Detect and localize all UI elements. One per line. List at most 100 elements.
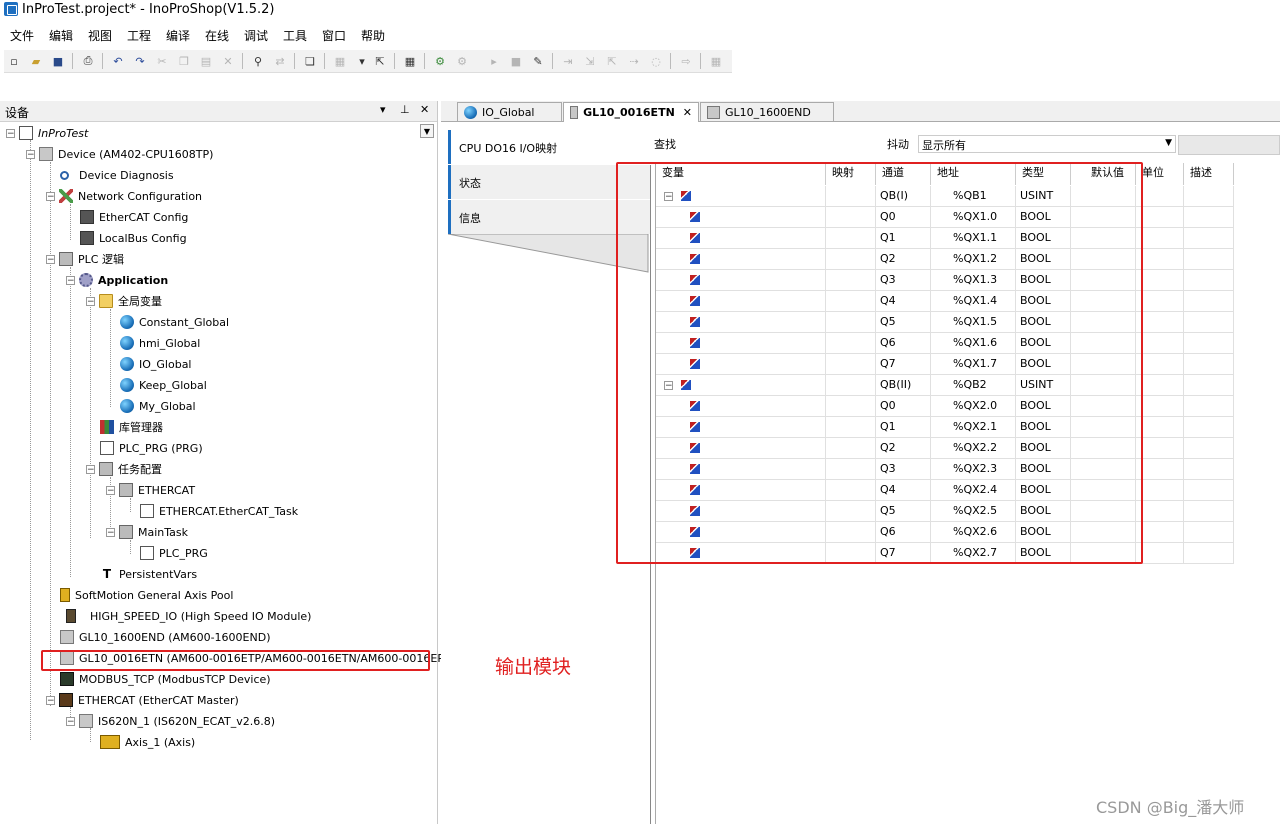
- tree-item-high-speed-io[interactable]: HIGH_SPEED_IO (High Speed IO Module): [66, 606, 311, 626]
- col-unit[interactable]: 单位: [1136, 163, 1184, 185]
- paste-icon[interactable]: ▤: [198, 53, 214, 69]
- modbus-icon: [60, 672, 74, 686]
- col-description[interactable]: 描述: [1184, 163, 1234, 185]
- step-out-icon[interactable]: ⇱: [604, 53, 620, 69]
- run-to-cursor-icon[interactable]: ⇢: [626, 53, 642, 69]
- menu-file[interactable]: 文件: [10, 27, 34, 44]
- close-tab-icon[interactable]: ✕: [683, 106, 692, 119]
- program-icon: [100, 441, 114, 455]
- menu-debug[interactable]: 调试: [244, 27, 268, 44]
- tree-item-label: 全局变量: [118, 295, 162, 308]
- description-cell: [1184, 249, 1234, 269]
- menu-window[interactable]: 窗口: [322, 27, 346, 44]
- unit-cell: [1136, 396, 1184, 416]
- tab-gl10-0016etn[interactable]: GL10_0016ETN ✕: [563, 102, 699, 122]
- project-icon: [19, 126, 33, 140]
- delete-icon[interactable]: ✕: [220, 53, 236, 69]
- tree-item-label: hmi_Global: [139, 336, 201, 350]
- module-icon: [570, 106, 579, 119]
- tree-item-is620n[interactable]: − IS620N_1 (IS620N_ECAT_v2.6.8): [66, 711, 275, 731]
- tree-item-gl10-1600end[interactable]: GL10_1600END (AM600-1600END): [60, 627, 271, 647]
- save-icon[interactable]: ■: [50, 53, 66, 69]
- tree-item-label: EtherCAT Config: [99, 210, 189, 224]
- open-folder-icon[interactable]: ▰: [28, 53, 44, 69]
- description-cell: [1184, 396, 1234, 416]
- tree-item-global-vars[interactable]: − 全局变量: [86, 291, 162, 311]
- logout-icon[interactable]: ⚙: [454, 53, 470, 69]
- tree-item-modbus-tcp[interactable]: MODBUS_TCP (ModbusTCP Device): [60, 669, 271, 689]
- localbus-config-icon: [80, 231, 94, 245]
- replace-icon[interactable]: ⇄: [272, 53, 288, 69]
- breakpoint-icon[interactable]: ◌: [648, 53, 664, 69]
- tab-gl10-1600end[interactable]: GL10_1600END: [700, 102, 834, 121]
- tree-item-ethercat-master[interactable]: − ETHERCAT (EtherCAT Master): [46, 690, 239, 710]
- object-icon[interactable]: ▦: [332, 53, 348, 69]
- tree-item-device-diagnosis[interactable]: Device Diagnosis: [60, 165, 174, 185]
- build-icon[interactable]: ▦: [402, 53, 418, 69]
- chevron-down-icon: ▼: [1165, 138, 1172, 148]
- login-icon[interactable]: ⚙: [432, 53, 448, 69]
- dropdown-arrow-icon[interactable]: ▾: [354, 53, 370, 69]
- tree-item-constant-global[interactable]: Constant_Global: [120, 312, 229, 332]
- tree-item-io-global[interactable]: IO_Global: [120, 354, 192, 374]
- menu-build[interactable]: 编译: [166, 27, 190, 44]
- tree-item-hmi-global[interactable]: hmi_Global: [120, 333, 200, 353]
- menu-edit[interactable]: 编辑: [49, 27, 73, 44]
- menu-project[interactable]: 工程: [127, 27, 151, 44]
- tree-item-network-configuration[interactable]: − Network Configuration: [46, 186, 202, 206]
- export-icon[interactable]: ⇱: [372, 53, 388, 69]
- print-icon[interactable]: ⎙: [80, 53, 96, 69]
- menu-help[interactable]: 帮助: [361, 27, 385, 44]
- tree-item-axis-1[interactable]: Axis_1 (Axis): [100, 732, 195, 752]
- task-call-icon: [140, 504, 154, 518]
- tree-item-plc-prg[interactable]: PLC_PRG (PRG): [100, 438, 203, 458]
- folder-icon: [99, 294, 113, 308]
- tab-io-global[interactable]: IO_Global: [457, 102, 562, 121]
- tree-item-keep-global[interactable]: Keep_Global: [120, 375, 207, 395]
- tree-item-my-global[interactable]: My_Global: [120, 396, 196, 416]
- step-into-icon[interactable]: ⇲: [582, 53, 598, 69]
- find-icon[interactable]: ⚲: [250, 53, 266, 69]
- tree-item-maintask-plc-prg[interactable]: PLC_PRG: [140, 543, 208, 563]
- tree-item-label: Device Diagnosis: [79, 168, 174, 182]
- tree-item-axis-pool[interactable]: SoftMotion General Axis Pool: [60, 585, 233, 605]
- tree-item-project[interactable]: − InProTest: [6, 123, 88, 143]
- tree-item-application[interactable]: − Application: [66, 270, 168, 290]
- tree-dropdown-icon[interactable]: ▼: [420, 124, 434, 138]
- tree-item-maintask[interactable]: − MainTask: [106, 522, 188, 542]
- tree-item-ethercat-task[interactable]: − ETHERCAT: [106, 480, 195, 500]
- search-input[interactable]: [684, 135, 884, 153]
- side-tab-io-mapping[interactable]: CPU DO16 I/O映射: [448, 130, 650, 164]
- copy-icon[interactable]: ❐: [176, 53, 192, 69]
- menu-view[interactable]: 视图: [88, 27, 112, 44]
- description-cell: [1184, 459, 1234, 479]
- tree-item-device[interactable]: − Device (AM402-CPU1608TP): [26, 144, 213, 164]
- panel-menu-icon[interactable]: ▾: [380, 103, 386, 116]
- menu-online[interactable]: 在线: [205, 27, 229, 44]
- description-cell: [1184, 228, 1234, 248]
- step-over-icon[interactable]: ⇥: [560, 53, 576, 69]
- reset-tool-icon[interactable]: ✎: [530, 53, 546, 69]
- unit-cell: [1136, 291, 1184, 311]
- config-icon[interactable]: ▦: [708, 53, 724, 69]
- filter-dropdown[interactable]: 显示所有 ▼: [918, 135, 1176, 153]
- close-panel-icon[interactable]: ✕: [420, 103, 429, 116]
- tree-item-library-manager[interactable]: 库管理器: [100, 417, 163, 437]
- forward-icon[interactable]: ⇨: [678, 53, 694, 69]
- cut-icon[interactable]: ✂: [154, 53, 170, 69]
- tree-item-localbus-config[interactable]: LocalBus Config: [80, 228, 187, 248]
- tree-item-ethercat-task-call[interactable]: ETHERCAT.EtherCAT_Task: [140, 501, 298, 521]
- pin-icon[interactable]: ⊥: [400, 103, 410, 116]
- tree-item-task-config[interactable]: − 任务配置: [86, 459, 162, 479]
- run-icon[interactable]: ▸: [486, 53, 502, 69]
- stop-icon[interactable]: ■: [508, 53, 524, 69]
- new-file-icon[interactable]: ▫: [6, 53, 22, 69]
- tree-item-plc-logic[interactable]: − PLC 逻辑: [46, 249, 124, 269]
- tree-item-ethercat-config[interactable]: EtherCAT Config: [80, 207, 188, 227]
- description-cell: [1184, 501, 1234, 521]
- tree-item-persistent-vars[interactable]: T PersistentVars: [100, 564, 197, 584]
- windows-icon[interactable]: ❏: [302, 53, 318, 69]
- menu-tools[interactable]: 工具: [283, 27, 307, 44]
- undo-icon[interactable]: ↶: [110, 53, 126, 69]
- redo-icon[interactable]: ↷: [132, 53, 148, 69]
